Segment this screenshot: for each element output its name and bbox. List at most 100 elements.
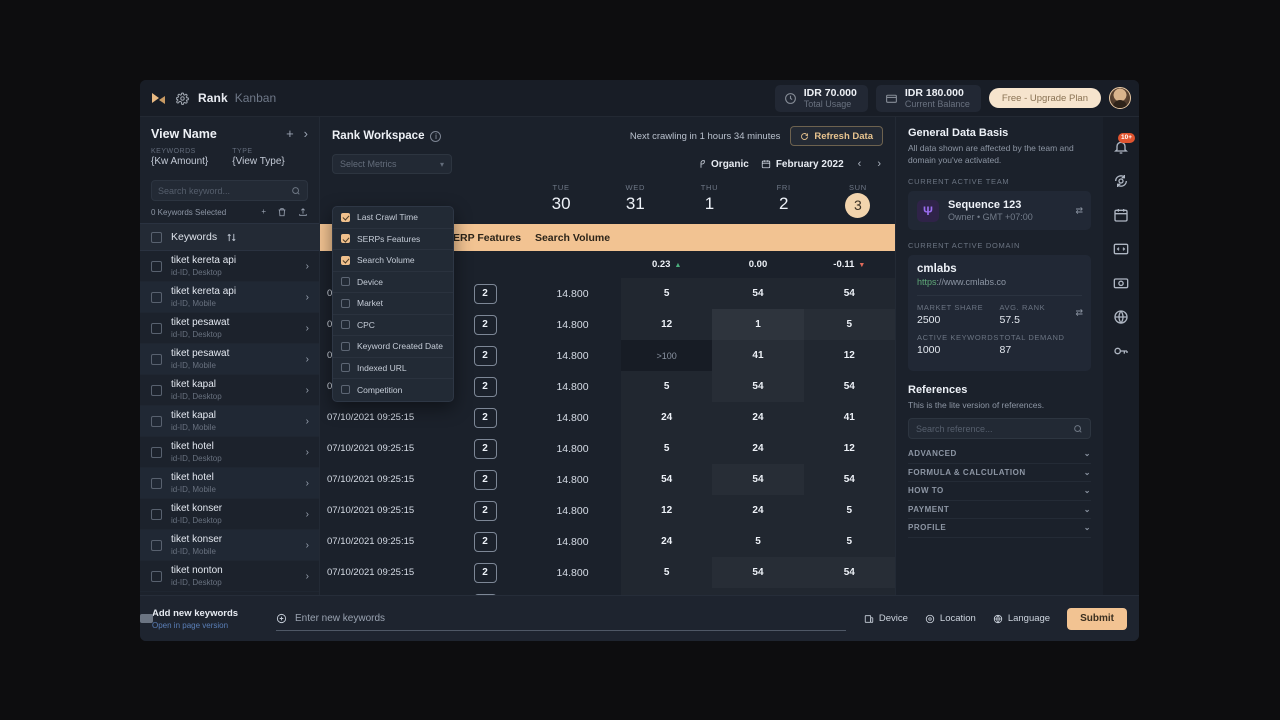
current-balance-pill[interactable]: IDR 180.000 Current Balance [875, 84, 981, 112]
row-checkbox[interactable] [151, 539, 162, 551]
submit-button[interactable]: Submit [1067, 607, 1127, 630]
cell-rank[interactable]: 24 [712, 588, 803, 595]
row-checkbox[interactable] [151, 570, 162, 582]
chevron-right-icon[interactable]: › [306, 447, 309, 458]
accordion-item[interactable]: FORMULA & CALCULATION ⌄ [908, 464, 1091, 482]
chevron-right-icon[interactable]: › [306, 354, 309, 365]
cell-rank[interactable]: 54 [712, 278, 803, 309]
metric-checkbox[interactable] [341, 320, 350, 330]
cell-rank[interactable]: 54 [804, 371, 895, 402]
new-keyword-field[interactable] [276, 606, 846, 631]
metric-checkbox[interactable] [341, 363, 350, 373]
add-circle-icon[interactable] [276, 613, 287, 624]
list-item[interactable]: tiket konser id-ID, Desktop › [140, 499, 319, 530]
row-checkbox[interactable] [151, 353, 162, 365]
list-scrollbar[interactable] [140, 614, 153, 623]
expand-view-icon[interactable]: › [304, 126, 308, 141]
organic-filter[interactable]: Organic [696, 159, 749, 170]
row-checkbox[interactable] [151, 322, 162, 334]
metric-option[interactable]: Market [333, 293, 453, 315]
day-header-tue[interactable]: TUE 30 [524, 178, 598, 224]
cell-rank[interactable]: 5 [621, 371, 712, 402]
export-icon[interactable] [298, 207, 308, 217]
chevron-right-icon[interactable]: › [306, 261, 309, 272]
cell-rank[interactable]: 54 [712, 371, 804, 402]
chevron-right-icon[interactable]: › [306, 478, 309, 489]
switch-team-icon[interactable]: ⇄ [1075, 205, 1083, 216]
bell-icon[interactable]: 10+ [1113, 133, 1135, 155]
list-item[interactable]: tiket hotel id-ID, Mobile › [140, 468, 319, 499]
list-item[interactable]: tiket konser id-ID, Mobile › [140, 530, 319, 561]
cell-rank[interactable]: 54 [804, 278, 895, 309]
day-header-fri[interactable]: FRI 2 [747, 178, 821, 224]
code-icon[interactable] [1113, 241, 1129, 257]
metric-checkbox[interactable] [341, 212, 350, 222]
switch-domain-icon[interactable]: ⇄ [1075, 308, 1083, 319]
reference-search-box[interactable] [908, 418, 1091, 439]
add-keyword-icon[interactable]: + [261, 207, 266, 217]
table-row[interactable]: 07/10/2021 09:25:15 2 14.800 12 24 5 [320, 495, 895, 526]
row-checkbox[interactable] [151, 291, 162, 303]
cell-rank[interactable]: 5 [803, 309, 895, 340]
list-item[interactable]: tiket kapal id-ID, Mobile › [140, 406, 319, 437]
table-row[interactable]: 07/10/2021 09:25:15 2 14.800 54 54 54 [320, 464, 895, 495]
cell-rank[interactable]: 54 [712, 557, 804, 588]
metric-checkbox[interactable] [341, 298, 350, 308]
metric-checkbox[interactable] [341, 255, 350, 265]
add-view-icon[interactable]: + [286, 126, 294, 141]
day-header-thu[interactable]: THU 1 [672, 178, 746, 224]
cell-rank[interactable]: 12 [804, 433, 895, 464]
cell-rank[interactable]: 5 [621, 433, 712, 464]
avatar[interactable] [1109, 87, 1131, 109]
chevron-right-icon[interactable]: › [306, 540, 309, 551]
cell-rank[interactable]: 54 [803, 557, 895, 588]
cell-rank[interactable]: 24 [712, 495, 803, 526]
gear-icon[interactable] [176, 92, 189, 105]
metric-option[interactable]: Device [333, 272, 453, 293]
list-item[interactable]: tiket kereta api id-ID, Mobile › [140, 282, 319, 313]
row-checkbox[interactable] [151, 446, 162, 458]
list-item[interactable]: tiket hotel id-ID, Desktop › [140, 437, 319, 468]
day-header-sun[interactable]: SUN 3 [821, 178, 895, 224]
open-in-page-link[interactable]: Open in page version [152, 621, 268, 630]
new-keyword-input[interactable] [295, 612, 846, 624]
accordion-item[interactable]: PROFILE ⌄ [908, 519, 1091, 538]
cell-rank[interactable]: 54 [712, 464, 804, 495]
table-row[interactable]: 07/10/2021 09:25:15 2 14.800 242441 [320, 402, 895, 433]
calendar-icon[interactable] [1113, 207, 1129, 223]
cell-rank[interactable]: 41 [804, 402, 895, 433]
next-month-button[interactable]: › [875, 158, 883, 170]
chevron-right-icon[interactable]: › [306, 509, 309, 520]
row-checkbox[interactable] [151, 508, 162, 520]
cell-rank[interactable]: 24 [621, 526, 712, 557]
prev-month-button[interactable]: ‹ [856, 158, 864, 170]
cell-rank[interactable]: 24 [712, 433, 803, 464]
table-row[interactable]: 07/10/2021 09:25:15 2 14.800 242441 [320, 588, 895, 595]
metric-option[interactable]: Last Crawl Time [333, 207, 453, 229]
row-checkbox[interactable] [151, 384, 162, 396]
metric-checkbox[interactable] [341, 341, 350, 351]
table-row[interactable]: 07/10/2021 09:25:15 2 14.800 55454 [320, 557, 895, 588]
cell-rank[interactable]: 12 [621, 495, 712, 526]
cell-rank[interactable]: 24 [621, 402, 712, 433]
camera-icon[interactable] [1113, 275, 1129, 291]
accordion-item[interactable]: HOW TO ⌄ [908, 482, 1091, 501]
accordion-item[interactable]: ADVANCED ⌄ [908, 445, 1091, 464]
metric-option[interactable]: Keyword Created Date [333, 336, 453, 358]
month-selector[interactable]: February 2022 [761, 159, 844, 170]
upgrade-plan-button[interactable]: Free - Upgrade Plan [988, 88, 1101, 108]
cell-rank[interactable]: >100 [621, 340, 713, 371]
language-option[interactable]: Language [993, 613, 1050, 624]
table-row[interactable]: 07/10/2021 09:25:15 2 14.800 24 5 5 [320, 526, 895, 557]
cell-rank[interactable]: 54 [621, 464, 712, 495]
metric-option[interactable]: SERPs Features [333, 229, 453, 250]
select-metrics-dropdown[interactable]: Select Metrics ▾ [332, 154, 452, 174]
metric-option[interactable]: Competition [333, 379, 453, 401]
cell-rank[interactable]: 5 [804, 495, 895, 526]
metric-option[interactable]: CPC [333, 315, 453, 336]
day-header-wed[interactable]: WED 31 [598, 178, 672, 224]
sync-icon[interactable] [1113, 173, 1129, 189]
cell-rank[interactable]: 24 [621, 588, 712, 595]
location-option[interactable]: Location [925, 613, 976, 624]
reference-search-input[interactable] [916, 423, 1073, 434]
